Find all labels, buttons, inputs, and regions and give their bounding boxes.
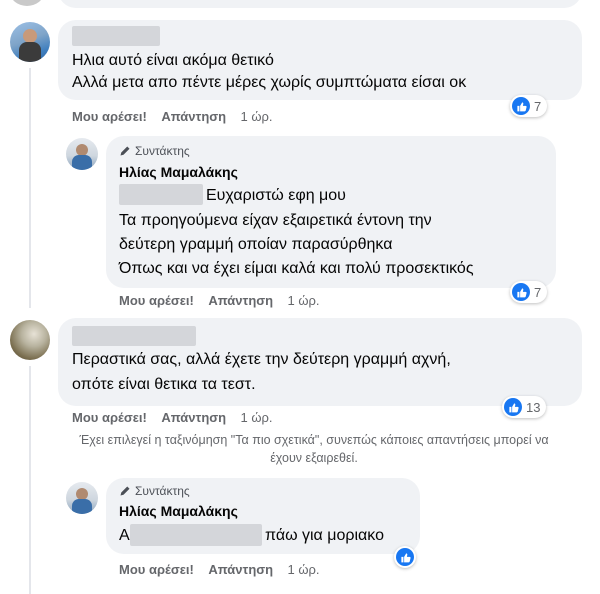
like-link[interactable]: Μου αρέσει! bbox=[72, 109, 147, 124]
like-link[interactable]: Μου αρέσει! bbox=[119, 562, 194, 577]
reply-text-line: Τα προηγούμενα είχαν εξαιρετικά έντονη τ… bbox=[119, 212, 432, 229]
reactions-count[interactable]: 13 bbox=[502, 396, 547, 418]
redacted-mention bbox=[119, 184, 203, 205]
author-badge: Συντάκτης bbox=[119, 484, 190, 498]
comment-text-line: οπότε είναι θετικα τα τεστ. bbox=[72, 376, 256, 393]
comment-actions: Μου αρέσει! Απάντηση 1 ώρ. bbox=[72, 109, 273, 124]
author-name[interactable]: Ηλίας Μαμαλάκης bbox=[119, 164, 238, 180]
reply-text-lead: Α bbox=[119, 527, 130, 544]
author-name[interactable]: Ηλίας Μαμαλάκης bbox=[119, 503, 238, 519]
reactions-number: 7 bbox=[534, 284, 542, 300]
reply-text-line: Όπως και να έχει είμαι καλά και πολύ προ… bbox=[119, 260, 474, 277]
comment-bubble-previous bbox=[58, 0, 582, 8]
reactions-number: 13 bbox=[526, 399, 541, 415]
avatar[interactable] bbox=[10, 22, 50, 62]
redacted-author-name bbox=[72, 326, 196, 346]
timestamp[interactable]: 1 ώρ. bbox=[288, 293, 320, 308]
reply-text-line: δεύτερη γραμμή οποίαν παρασύρθηκα bbox=[119, 236, 393, 253]
reply-actions: Μου αρέσει! Απάντηση 1 ώρ. bbox=[119, 293, 320, 308]
timestamp[interactable]: 1 ώρ. bbox=[241, 109, 273, 124]
reply-text-line: Ευχαριστώ εφη μου bbox=[206, 187, 346, 204]
comment-text-line: Αλλά μετα απο πέντε μέρες χωρίς συμπτώμα… bbox=[72, 74, 467, 91]
avatar[interactable] bbox=[10, 320, 50, 360]
reactions-count[interactable]: 7 bbox=[510, 95, 548, 117]
like-link[interactable]: Μου αρέσει! bbox=[72, 410, 147, 425]
comment-actions: Μου αρέσει! Απάντηση 1 ώρ. bbox=[72, 410, 273, 425]
timestamp[interactable]: 1 ώρ. bbox=[241, 410, 273, 425]
timestamp[interactable]: 1 ώρ. bbox=[288, 562, 320, 577]
author-badge: Συντάκτης bbox=[119, 144, 190, 158]
avatar[interactable] bbox=[66, 482, 98, 514]
author-badge-label: Συντάκτης bbox=[135, 144, 190, 158]
redacted-author-name bbox=[72, 26, 160, 46]
like-link[interactable]: Μου αρέσει! bbox=[119, 293, 194, 308]
sort-notice: Έχει επιλεγεί η ταξινόμηση "Τα πιο σχετι… bbox=[79, 433, 549, 465]
thumbs-up-icon bbox=[504, 398, 522, 416]
thumbs-up-icon bbox=[512, 283, 530, 301]
thumbs-up-icon bbox=[396, 548, 414, 566]
author-badge-label: Συντάκτης bbox=[135, 484, 190, 498]
comment-text-line: Ηλια αυτό είναι ακόμα θετικό bbox=[72, 52, 274, 69]
reactions-count[interactable]: 7 bbox=[510, 281, 548, 303]
pencil-icon bbox=[120, 146, 130, 156]
reply-text-line: πάω για μοριακο bbox=[265, 527, 384, 544]
avatar[interactable] bbox=[10, 0, 44, 6]
pencil-icon bbox=[120, 486, 130, 496]
redacted-mention bbox=[130, 524, 262, 546]
reply-link[interactable]: Απάντηση bbox=[161, 410, 226, 425]
avatar[interactable] bbox=[66, 138, 98, 170]
reply-actions: Μου αρέσει! Απάντηση 1 ώρ. bbox=[119, 562, 320, 577]
comment-text-line: Περαστικά σας, αλλά έχετε την δεύτερη γρ… bbox=[72, 351, 451, 368]
reactions-number: 7 bbox=[534, 98, 542, 114]
reply-link[interactable]: Απάντηση bbox=[208, 293, 273, 308]
reply-link[interactable]: Απάντηση bbox=[208, 562, 273, 577]
reactions-count[interactable] bbox=[394, 546, 416, 568]
thread-line bbox=[29, 68, 31, 308]
thread-line bbox=[29, 366, 31, 594]
thumbs-up-icon bbox=[512, 97, 530, 115]
reply-link[interactable]: Απάντηση bbox=[161, 109, 226, 124]
